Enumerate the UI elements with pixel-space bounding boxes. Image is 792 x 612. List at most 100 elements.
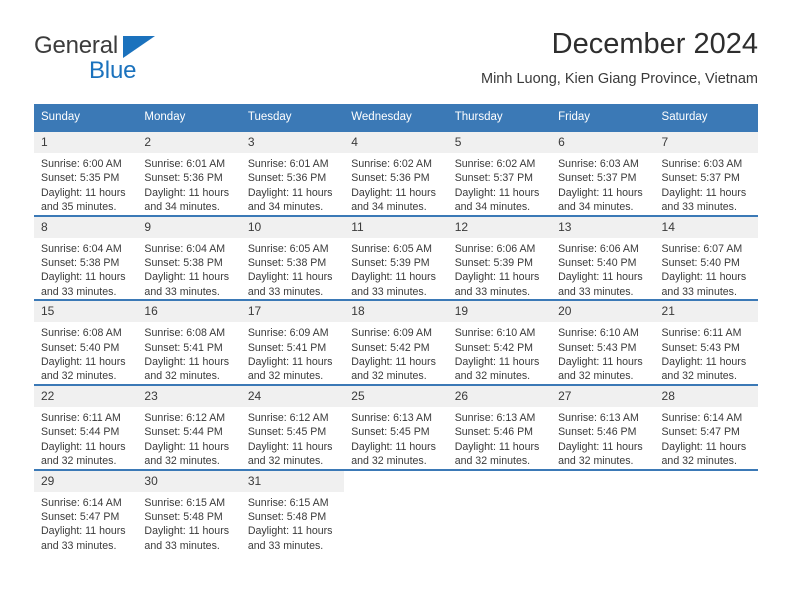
sunset-text: Sunset: 5:40 PM <box>558 257 637 270</box>
sunset-text: Sunset: 5:37 PM <box>661 172 740 185</box>
sunrise-text: Sunrise: 6:10 AM <box>454 327 536 340</box>
daylight-text-line2: and 32 minutes. <box>351 370 427 383</box>
day-details: Sunrise: 6:15 AM Sunset: 5:48 PM Dayligh… <box>241 492 344 554</box>
daylight-text-line1: Daylight: 11 hours <box>454 271 540 284</box>
daylight-text-line1: Daylight: 11 hours <box>144 440 230 453</box>
daylight-text-line1: Daylight: 11 hours <box>351 271 436 284</box>
daylight-text-line1: Daylight: 11 hours <box>41 186 126 199</box>
daylight-text-line2: and 33 minutes. <box>351 285 427 298</box>
daylight-text-line1: Daylight: 11 hours <box>661 440 747 453</box>
sunset-text: Sunset: 5:35 PM <box>41 172 120 185</box>
day-cell[interactable]: 17 Sunrise: 6:09 AM Sunset: 5:41 PM Dayl… <box>240 299 345 385</box>
sunrise-text: Sunrise: 6:02 AM <box>454 158 536 170</box>
day-cell[interactable]: 14 Sunrise: 6:07 AM Sunset: 5:40 PM Dayl… <box>654 214 758 301</box>
day-cell[interactable]: 31 Sunrise: 6:15 AM Sunset: 5:48 PM Dayl… <box>240 468 345 554</box>
day-cell[interactable]: 29 Sunrise: 6:14 AM Sunset: 5:47 PM Dayl… <box>34 468 138 554</box>
day-cell[interactable]: 27 Sunrise: 6:13 AM Sunset: 5:46 PM Dayl… <box>551 383 655 470</box>
daylight-text-line1: Daylight: 11 hours <box>144 356 230 369</box>
weekday-header-saturday: Saturday <box>654 104 758 131</box>
day-cell[interactable]: 10 Sunrise: 6:05 AM Sunset: 5:38 PM Dayl… <box>240 214 345 301</box>
day-cell[interactable]: 4 Sunrise: 6:02 AM Sunset: 5:36 PM Dayli… <box>344 130 448 216</box>
daylight-text-line1: Daylight: 11 hours <box>247 525 333 538</box>
generalblue-logo: General Blue <box>34 32 214 90</box>
day-cell[interactable]: 9 Sunrise: 6:04 AM Sunset: 5:38 PM Dayli… <box>137 214 241 301</box>
logo-text-general: General <box>34 32 118 59</box>
weekday-header-friday: Friday <box>551 104 655 131</box>
sunset-text: Sunset: 5:48 PM <box>247 510 327 523</box>
sunrise-text: Sunrise: 6:13 AM <box>351 411 432 424</box>
daylight-text-line2: and 32 minutes. <box>454 455 531 468</box>
daylight-text-line1: Daylight: 11 hours <box>351 356 436 369</box>
sunrise-text: Sunrise: 6:12 AM <box>247 411 329 424</box>
day-details: Sunrise: 6:13 AM Sunset: 5:46 PM Dayligh… <box>551 407 654 469</box>
day-number: 24 <box>240 385 345 407</box>
day-number: 8 <box>34 216 138 238</box>
day-cell[interactable]: 21 Sunrise: 6:11 AM Sunset: 5:43 PM Dayl… <box>654 299 758 385</box>
day-number: 3 <box>240 132 345 153</box>
day-cell[interactable]: 3 Sunrise: 6:01 AM Sunset: 5:36 PM Dayli… <box>240 130 345 216</box>
day-cell[interactable]: 28 Sunrise: 6:14 AM Sunset: 5:47 PM Dayl… <box>654 383 758 470</box>
day-number: 9 <box>137 216 241 238</box>
day-cell[interactable]: 5 Sunrise: 6:02 AM Sunset: 5:37 PM Dayli… <box>447 130 552 216</box>
day-cell[interactable]: 11 Sunrise: 6:05 AM Sunset: 5:39 PM Dayl… <box>344 214 448 301</box>
sunset-text: Sunset: 5:37 PM <box>558 172 637 185</box>
day-cell[interactable]: 30 Sunrise: 6:15 AM Sunset: 5:48 PM Dayl… <box>137 468 241 554</box>
sunrise-text: Sunrise: 6:03 AM <box>558 158 639 170</box>
day-cell[interactable]: 23 Sunrise: 6:12 AM Sunset: 5:44 PM Dayl… <box>137 383 241 470</box>
sunrise-text: Sunrise: 6:11 AM <box>41 411 121 424</box>
sunset-text: Sunset: 5:36 PM <box>247 172 327 185</box>
day-number: 5 <box>447 132 552 153</box>
day-cell[interactable]: 19 Sunrise: 6:10 AM Sunset: 5:42 PM Dayl… <box>447 299 552 385</box>
day-cell[interactable]: 12 Sunrise: 6:06 AM Sunset: 5:39 PM Dayl… <box>447 214 552 301</box>
day-cell[interactable]: 7 Sunrise: 6:03 AM Sunset: 5:37 PM Dayli… <box>654 130 758 216</box>
day-number: 28 <box>654 385 758 407</box>
page-header: General Blue December 2024 Minh Luong, K… <box>34 26 758 96</box>
sunrise-text: Sunrise: 6:07 AM <box>661 242 743 255</box>
day-cell[interactable]: 18 Sunrise: 6:09 AM Sunset: 5:42 PM Dayl… <box>344 299 448 385</box>
day-number: 31 <box>240 470 345 492</box>
day-cell[interactable]: 1 Sunrise: 6:00 AM Sunset: 5:35 PM Dayli… <box>34 130 138 216</box>
weekday-header-wednesday: Wednesday <box>344 104 448 131</box>
sunset-text: Sunset: 5:37 PM <box>454 172 534 185</box>
day-number: 26 <box>447 385 552 407</box>
day-cell[interactable]: 8 Sunrise: 6:04 AM Sunset: 5:38 PM Dayli… <box>34 214 138 301</box>
day-cell[interactable]: 20 Sunrise: 6:10 AM Sunset: 5:43 PM Dayl… <box>551 299 655 385</box>
day-number: 10 <box>240 216 345 238</box>
day-details: Sunrise: 6:11 AM Sunset: 5:44 PM Dayligh… <box>34 407 137 469</box>
day-details: Sunrise: 6:02 AM Sunset: 5:37 PM Dayligh… <box>448 153 551 215</box>
day-cell[interactable]: 24 Sunrise: 6:12 AM Sunset: 5:45 PM Dayl… <box>240 383 345 470</box>
day-cell[interactable]: 6 Sunrise: 6:03 AM Sunset: 5:37 PM Dayli… <box>551 130 655 216</box>
daylight-text-line1: Daylight: 11 hours <box>558 440 643 453</box>
sunset-text: Sunset: 5:46 PM <box>454 426 534 439</box>
day-number: 16 <box>137 301 241 323</box>
sunrise-text: Sunrise: 6:13 AM <box>558 411 639 424</box>
day-cell[interactable]: 13 Sunrise: 6:06 AM Sunset: 5:40 PM Dayl… <box>551 214 655 301</box>
day-details: Sunrise: 6:13 AM Sunset: 5:45 PM Dayligh… <box>344 407 447 469</box>
sunrise-text: Sunrise: 6:06 AM <box>558 242 639 255</box>
day-cell[interactable]: 25 Sunrise: 6:13 AM Sunset: 5:45 PM Dayl… <box>344 383 448 470</box>
sunset-text: Sunset: 5:38 PM <box>144 257 223 270</box>
daylight-text-line1: Daylight: 11 hours <box>558 186 643 199</box>
day-details: Sunrise: 6:15 AM Sunset: 5:48 PM Dayligh… <box>137 492 240 554</box>
day-cell[interactable]: 16 Sunrise: 6:08 AM Sunset: 5:41 PM Dayl… <box>137 299 241 385</box>
day-cell[interactable]: 26 Sunrise: 6:13 AM Sunset: 5:46 PM Dayl… <box>447 383 552 470</box>
day-number: 4 <box>344 132 448 153</box>
day-cell[interactable]: 22 Sunrise: 6:11 AM Sunset: 5:44 PM Dayl… <box>34 383 138 470</box>
sunset-text: Sunset: 5:48 PM <box>144 510 223 523</box>
day-number <box>654 470 758 492</box>
day-cell-empty <box>654 468 758 554</box>
day-cell[interactable]: 2 Sunrise: 6:01 AM Sunset: 5:36 PM Dayli… <box>137 130 241 216</box>
daylight-text-line1: Daylight: 11 hours <box>351 186 436 199</box>
day-details: Sunrise: 6:03 AM Sunset: 5:37 PM Dayligh… <box>551 153 654 215</box>
day-cell-empty <box>551 468 655 554</box>
day-details: Sunrise: 6:01 AM Sunset: 5:36 PM Dayligh… <box>137 153 240 215</box>
daylight-text-line1: Daylight: 11 hours <box>558 271 643 284</box>
daylight-text-line1: Daylight: 11 hours <box>144 186 230 199</box>
sunset-text: Sunset: 5:40 PM <box>41 341 120 354</box>
day-cell[interactable]: 15 Sunrise: 6:08 AM Sunset: 5:40 PM Dayl… <box>34 299 138 385</box>
sunrise-text: Sunrise: 6:02 AM <box>351 158 432 170</box>
sunrise-text: Sunrise: 6:11 AM <box>661 327 742 340</box>
daylight-text-line1: Daylight: 11 hours <box>661 271 747 284</box>
day-number: 15 <box>34 301 138 323</box>
day-number: 2 <box>137 132 241 153</box>
